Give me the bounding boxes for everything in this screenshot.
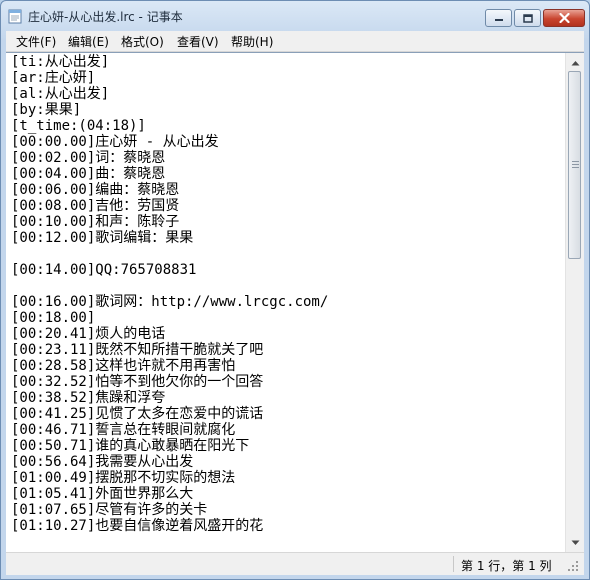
text-line: [00:23.11]既然不知所措干脆就关了吧 [11, 342, 264, 358]
minimize-icon [494, 19, 503, 21]
text-line: [ar:庄心妍] [11, 70, 96, 86]
text-line: [00:10.00]和声：陈聆子 [11, 214, 180, 230]
text-line: [00:02.00]词：蔡晓恩 [11, 150, 166, 166]
text-line [11, 246, 564, 262]
text-line: [01:07.65]尽管有许多的关卡 [11, 502, 208, 518]
text-line: [00:08.00]吉他：劳国贤 [11, 198, 180, 214]
maximize-button[interactable] [514, 9, 541, 27]
text-line: [00:12.00]歌词编辑：果果 [11, 230, 194, 246]
window-title: 庄心妍-从心出发.lrc - 记事本 [28, 10, 183, 24]
editor-text-area[interactable]: [ti:从心出发] [ar:庄心妍] [al:从心出发] [by:果果] [t_time… [11, 54, 564, 534]
menu-file[interactable]: 文件(F) [16, 33, 56, 50]
status-bar: 第 1 行，第 1 列 [6, 552, 584, 575]
text-line: [00:32.52]怕等不到他欠你的一个回答 [11, 374, 264, 390]
menu-format[interactable]: 格式(O) [121, 33, 164, 50]
text-line: [00:18.00] [11, 310, 96, 326]
menu-edit[interactable]: 编辑(E) [68, 33, 109, 50]
text-line: [00:06.00]编曲：蔡晓恩 [11, 182, 180, 198]
text-line: [al:从心出发] [11, 86, 110, 102]
grip-line [572, 167, 579, 168]
maximize-icon [522, 13, 533, 23]
menu-help[interactable]: 帮助(H) [231, 33, 273, 50]
scroll-thumb[interactable] [568, 71, 581, 259]
cursor-position: 第 1 行，第 1 列 [461, 559, 552, 573]
text-line: [00:50.71]谁的真心敢暴晒在阳光下 [11, 438, 250, 454]
status-divider [453, 556, 454, 572]
resize-grip-icon[interactable] [566, 559, 580, 573]
text-line: [t_time:(04:18)] [11, 118, 146, 134]
text-line: [00:28.58]这样也许就不用再害怕 [11, 358, 236, 374]
menu-view[interactable]: 查看(V) [177, 33, 219, 50]
text-line: [00:41.25]见惯了太多在恋爱中的谎话 [11, 406, 264, 422]
grip-line [572, 161, 579, 162]
arrow-up-icon [571, 60, 579, 65]
notepad-window: 庄心妍-从心出发.lrc - 记事本 文件(F) 编辑(E) 格式(O) 查看(… [0, 0, 590, 580]
text-line: [00:46.71]誓言总在转眼间就腐化 [11, 422, 236, 438]
arrow-down-icon [571, 540, 579, 545]
text-line: [00:00.00]庄心妍 - 从心出发 [11, 134, 219, 150]
close-icon [558, 13, 570, 23]
text-line: [01:05.41]外面世界那么大 [11, 486, 194, 502]
text-line: [01:00.49]摆脱那不切实际的想法 [11, 470, 236, 486]
scroll-up-button[interactable] [567, 54, 583, 71]
scroll-down-button[interactable] [567, 534, 583, 551]
text-line: [by:果果] [11, 102, 82, 118]
grip-line [572, 164, 579, 165]
close-button[interactable] [543, 9, 585, 27]
vertical-scrollbar[interactable] [565, 53, 584, 552]
text-line: [00:04.00]曲：蔡晓恩 [11, 166, 166, 182]
text-line: [ti:从心出发] [11, 54, 110, 70]
text-line [11, 278, 564, 294]
menu-bar: 文件(F) 编辑(E) 格式(O) 查看(V) 帮助(H) [6, 31, 584, 52]
minimize-button[interactable] [485, 9, 512, 27]
notepad-icon [8, 9, 22, 24]
text-line: [00:14.00]QQ:765708831 [11, 262, 197, 278]
text-editor[interactable]: [ti:从心出发] [ar:庄心妍] [al:从心出发] [by:果果] [t_time… [6, 52, 584, 552]
title-bar[interactable]: 庄心妍-从心出发.lrc - 记事本 [1, 1, 589, 31]
text-line: [01:10.27]也要自信像逆着风盛开的花 [11, 518, 264, 534]
text-line: [00:56.64]我需要从心出发 [11, 454, 194, 470]
text-line: [00:38.52]焦躁和浮夸 [11, 390, 166, 406]
text-line: [00:20.41]烦人的电话 [11, 326, 166, 342]
text-line: [00:16.00]歌词网：http://www.lrcgc.com/ [11, 294, 329, 310]
